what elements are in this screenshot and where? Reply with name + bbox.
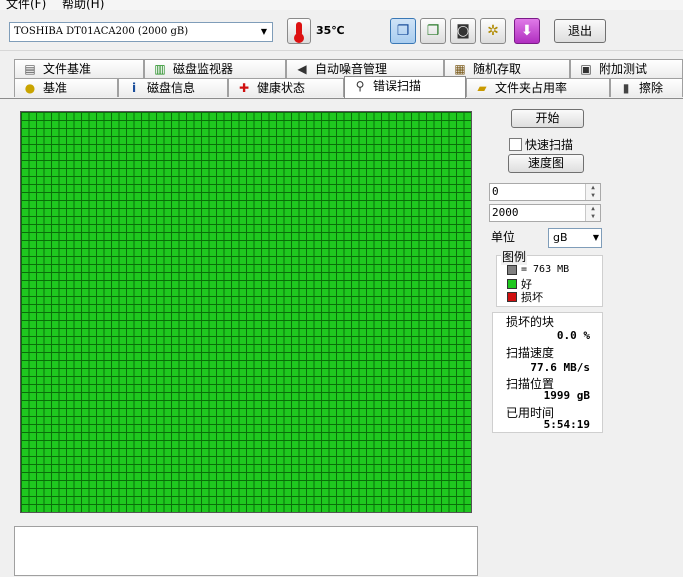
tab-benchmark[interactable]: ● 基准 <box>14 78 118 97</box>
start-scan-button[interactable]: 开始 <box>511 109 584 128</box>
search-icon: ⚲ <box>355 79 365 93</box>
damaged-blocks-value: 0.0 % <box>556 329 590 342</box>
toolbar: TOSHIBA DT01ACA200 (2000 gB) ▼ 35℃ ❐ ❐ ◙… <box>0 10 683 51</box>
extra-tests-icon: ▣ <box>580 62 592 76</box>
thermometer-icon[interactable] <box>287 18 311 44</box>
tab-label: 附加测试 <box>599 62 648 76</box>
tab-label: 基准 <box>43 81 68 95</box>
tab-label: 错误扫描 <box>373 79 422 93</box>
copy-button[interactable]: ❐ <box>390 18 416 44</box>
quick-scan-label: 快速扫描 <box>525 138 574 152</box>
scan-log <box>14 526 478 576</box>
end-value: 2000 <box>492 206 519 219</box>
speed-map-button[interactable]: 速度图 <box>508 154 584 173</box>
scan-speed-value: 77.6 MB/s <box>530 361 590 374</box>
legend-swatch <box>507 292 517 302</box>
download-button[interactable]: ⬇ <box>514 18 540 44</box>
menu-bar: 文件(F) 帮助(H) <box>0 0 683 10</box>
benchmark-icon: ● <box>24 81 36 95</box>
tab-error-scan[interactable]: ⚲ 错误扫描 <box>344 76 466 98</box>
disk-monitor-icon: ▥ <box>154 62 166 76</box>
legend-block-size: = 763 MB <box>507 264 569 275</box>
camera-icon: ◙ <box>456 23 470 39</box>
options-button[interactable]: ✲ <box>480 18 506 44</box>
tab-file-benchmark[interactable]: ▤ 文件基准 <box>14 59 144 78</box>
tab-label: 文件夹占用率 <box>495 81 568 95</box>
tab-label: 随机存取 <box>473 62 522 76</box>
screenshot-button[interactable]: ◙ <box>450 18 476 44</box>
tab-label: 文件基准 <box>43 62 92 76</box>
folder-icon: ▰ <box>477 81 487 95</box>
scan-block-map <box>20 111 472 513</box>
start-input[interactable]: 0 ▲ ▼ <box>489 183 601 201</box>
tab-label: 自动噪音管理 <box>315 62 388 76</box>
menu-help[interactable]: 帮助(H) <box>62 0 104 10</box>
tab-disk-monitor[interactable]: ▥ 磁盘监视器 <box>144 59 286 78</box>
download-icon: ⬇ <box>521 23 533 39</box>
erase-icon: ▮ <box>622 81 630 95</box>
tab-label: 健康状态 <box>257 81 306 95</box>
legend-title: 图例 <box>501 248 528 265</box>
scan-speed-label: 扫描速度 <box>506 346 555 360</box>
legend-swatch <box>507 279 517 289</box>
legend-swatch <box>507 264 517 275</box>
tab-extra-tests[interactable]: ▣ 附加测试 <box>570 59 683 78</box>
legend-bad: 损坏 <box>507 289 543 305</box>
temperature-readout: 35℃ <box>316 24 345 37</box>
tab-label: 擦除 <box>639 81 664 95</box>
legend-block-size-text: = 763 MB <box>521 264 570 275</box>
quick-scan-checkbox[interactable]: 快速扫描 <box>509 136 573 153</box>
copy-all-icon: ❐ <box>426 23 440 39</box>
chevron-down-icon: ▼ <box>260 27 268 36</box>
spinner-arrows-icon[interactable]: ▲ ▼ <box>585 184 600 200</box>
tab-label: 磁盘信息 <box>147 81 196 95</box>
tab-erase[interactable]: ▮ 擦除 <box>610 78 683 97</box>
tab-folder-usage[interactable]: ▰ 文件夹占用率 <box>466 78 610 97</box>
spinner-arrows-icon[interactable]: ▲ ▼ <box>585 205 600 221</box>
end-input[interactable]: 2000 ▲ ▼ <box>489 204 601 222</box>
unit-select[interactable]: gB ▼ <box>548 228 602 248</box>
chevron-down-icon: ▼ <box>592 233 599 242</box>
checkbox-icon <box>509 138 522 151</box>
tab-disk-info[interactable]: i 磁盘信息 <box>118 78 228 97</box>
info-icon: i <box>131 81 137 95</box>
exit-button[interactable]: 退出 <box>554 19 606 43</box>
legend-bad-text: 损坏 <box>521 291 543 304</box>
tab-health[interactable]: ✚ 健康状态 <box>228 78 344 97</box>
speaker-icon: ◀ <box>297 62 307 76</box>
damaged-blocks-label: 损坏的块 <box>506 315 555 329</box>
drive-select-value: TOSHIBA DT01ACA200 (2000 gB) <box>14 26 189 37</box>
scan-position-value: 1999 gB <box>543 389 590 402</box>
unit-label: 单位 <box>491 230 516 244</box>
file-benchmark-icon: ▤ <box>24 62 36 76</box>
copy-icon: ❐ <box>396 23 410 39</box>
start-value: 0 <box>492 185 499 198</box>
elapsed-time-value: 5:54:19 <box>543 418 590 431</box>
tab-label: 磁盘监视器 <box>173 62 234 76</box>
options-icon: ✲ <box>487 23 499 39</box>
drive-select[interactable]: TOSHIBA DT01ACA200 (2000 gB) ▼ <box>9 22 273 42</box>
copy-all-button[interactable]: ❐ <box>420 18 446 44</box>
health-icon: ✚ <box>238 81 250 95</box>
menu-file[interactable]: 文件(F) <box>6 0 46 10</box>
unit-value: gB <box>553 231 568 244</box>
